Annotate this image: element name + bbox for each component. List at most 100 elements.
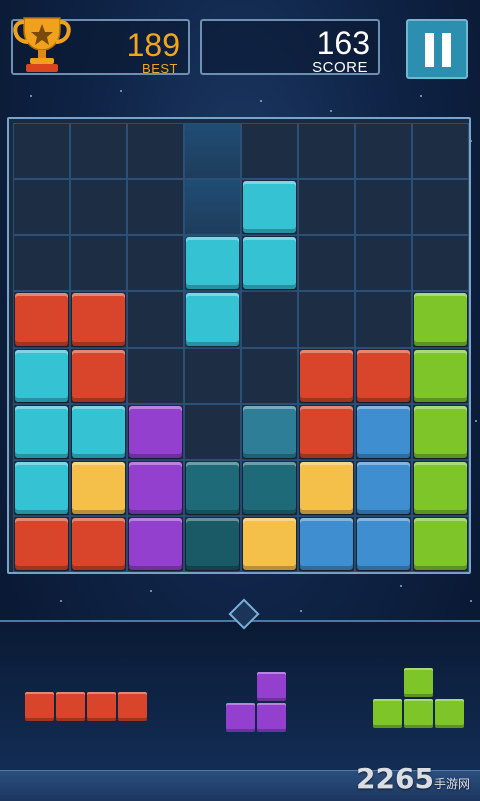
trophy-icon xyxy=(13,17,71,72)
piece-cell xyxy=(257,703,286,732)
board-cell[interactable] xyxy=(298,179,355,236)
star xyxy=(400,585,402,587)
block-purple xyxy=(129,461,182,514)
block-red xyxy=(72,293,125,346)
star xyxy=(470,600,472,602)
board-cell[interactable] xyxy=(127,123,184,180)
star xyxy=(475,420,477,422)
block-ghost xyxy=(243,405,296,458)
board-cell[interactable] xyxy=(184,179,241,236)
star xyxy=(300,610,302,612)
block-green xyxy=(414,517,467,570)
bottom-strip: 2265手游网 xyxy=(0,762,480,801)
piece-cell xyxy=(25,692,54,721)
block-cyan xyxy=(186,237,239,290)
star xyxy=(420,95,422,97)
block-blue xyxy=(357,405,410,458)
piece-tray xyxy=(0,622,480,772)
piece-cell xyxy=(118,692,147,721)
board-cell[interactable] xyxy=(298,291,355,348)
board-cell[interactable] xyxy=(70,123,127,180)
block-red xyxy=(72,349,125,402)
star xyxy=(120,90,122,92)
watermark-logo: 2265手游网 xyxy=(356,762,470,795)
block-green xyxy=(414,293,467,346)
piece-cell xyxy=(404,668,433,697)
board-cell[interactable] xyxy=(127,235,184,292)
star xyxy=(330,110,332,112)
board-cell[interactable] xyxy=(298,235,355,292)
block-red xyxy=(15,517,68,570)
board-cell[interactable] xyxy=(184,347,241,404)
board-cell[interactable] xyxy=(298,123,355,180)
block-purple xyxy=(129,405,182,458)
piece-cell xyxy=(435,699,464,728)
block-teal xyxy=(186,461,239,514)
block-green xyxy=(414,349,467,402)
score-panel: 163 SCORE xyxy=(200,19,380,76)
score-label: SCORE xyxy=(312,59,368,76)
board-cell[interactable] xyxy=(241,291,298,348)
block-cyan xyxy=(243,181,296,234)
block-cyan xyxy=(15,349,68,402)
block-teal xyxy=(243,461,296,514)
board-grid xyxy=(13,123,469,572)
block-yellow xyxy=(72,461,125,514)
piece-cell xyxy=(404,699,433,728)
block-cyan xyxy=(72,405,125,458)
pause-icon-bar xyxy=(442,33,451,67)
board-cell[interactable] xyxy=(127,179,184,236)
piece-cell xyxy=(226,703,255,732)
pause-button[interactable] xyxy=(406,19,468,79)
block-cyan xyxy=(186,293,239,346)
star xyxy=(150,590,152,592)
block-red xyxy=(300,349,353,402)
best-score-value: 189 xyxy=(126,27,180,63)
piece-cell xyxy=(373,699,402,728)
block-cyan xyxy=(15,461,68,514)
board-cell[interactable] xyxy=(241,347,298,404)
block-blue xyxy=(357,461,410,514)
block-teal_dark xyxy=(186,517,239,570)
block-green xyxy=(414,405,467,458)
board-cell[interactable] xyxy=(13,123,70,180)
board-cell[interactable] xyxy=(13,179,70,236)
block-cyan xyxy=(243,237,296,290)
block-red xyxy=(300,405,353,458)
pause-icon xyxy=(425,33,434,67)
board-cell[interactable] xyxy=(355,291,412,348)
board-cell[interactable] xyxy=(184,123,241,180)
block-yellow xyxy=(300,461,353,514)
board-cell[interactable] xyxy=(412,123,469,180)
watermark-sub: 手游网 xyxy=(433,777,470,791)
star xyxy=(260,100,262,102)
piece-cell xyxy=(87,692,116,721)
board-cell[interactable] xyxy=(412,235,469,292)
best-score-label: BEST xyxy=(142,61,178,76)
block-purple xyxy=(129,517,182,570)
board-cell[interactable] xyxy=(127,291,184,348)
piece-cell xyxy=(257,672,286,701)
board-cell[interactable] xyxy=(70,179,127,236)
block-red xyxy=(72,517,125,570)
block-green xyxy=(414,461,467,514)
block-blue xyxy=(300,517,353,570)
block-yellow xyxy=(243,517,296,570)
board-cell[interactable] xyxy=(13,235,70,292)
board-cell[interactable] xyxy=(70,235,127,292)
star xyxy=(60,600,62,602)
board-cell[interactable] xyxy=(184,403,241,460)
board-cell[interactable] xyxy=(355,123,412,180)
block-cyan xyxy=(15,405,68,458)
board-cell[interactable] xyxy=(355,179,412,236)
score-value: 163 xyxy=(316,25,370,61)
watermark-text: 2265 xyxy=(356,762,434,795)
board-cell[interactable] xyxy=(355,235,412,292)
game-board[interactable] xyxy=(7,117,471,574)
star xyxy=(30,95,32,97)
board-cell[interactable] xyxy=(412,179,469,236)
board-cell[interactable] xyxy=(241,123,298,180)
block-red xyxy=(15,293,68,346)
board-cell[interactable] xyxy=(127,347,184,404)
piece-cell xyxy=(56,692,85,721)
